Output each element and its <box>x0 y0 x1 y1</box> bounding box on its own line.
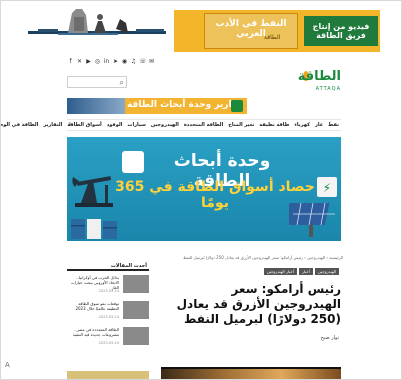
sidebar-heading: أحدث المقالات <box>67 263 149 271</box>
article-tag[interactable]: الهيدروجين <box>314 268 339 275</box>
nav-item[interactable]: نفط <box>328 121 339 130</box>
book-title: النفط في الأدب العربي <box>215 19 287 39</box>
nav-item[interactable]: التقارير <box>43 121 62 130</box>
article-headline: رئيس أرامكو: سعر الهيدروجين الأزرق قد يع… <box>176 282 341 326</box>
nav-item[interactable]: كهرباء <box>294 121 310 130</box>
book-ad-banner[interactable]: النفط في الأدب العربي الطاقة فيديو من إن… <box>174 10 380 52</box>
site-logo[interactable]: الطاقة ATTAQA <box>297 69 341 95</box>
top-banner: النفط في الأدب العربي الطاقة فيديو من إن… <box>28 7 380 53</box>
hero-subtitle: حصاد أسواق الطاقة في 365 يومًا <box>115 179 315 211</box>
sidebar-article-date: 2023-03-14 <box>98 341 119 345</box>
nav-item[interactable]: الوقود <box>107 121 123 130</box>
svg-text:⚡: ⚡ <box>323 181 331 195</box>
reports-banner-text: تقارير وحدة أبحاث الطاقة <box>127 100 242 110</box>
nav-item[interactable]: الطاقة في الوطن العربي <box>1 121 38 130</box>
sidebar-article-title[interactable]: بدائل الحرب في أوكرانيا.. الاتحاد الأورو… <box>67 275 119 290</box>
telegram-icon[interactable]: ➤ <box>112 58 119 65</box>
twitter-icon[interactable]: ✕ <box>76 58 83 65</box>
reports-banner-logo <box>231 100 243 112</box>
sidebar-article-title[interactable]: الطاقة المتجددة في مصر.. مشروعات جديدة ق… <box>67 327 119 337</box>
article-author[interactable]: نوار صبح <box>321 335 339 341</box>
article-photo <box>161 367 341 379</box>
sidebar-bottom-thumbnail <box>67 371 149 379</box>
nav-item[interactable]: تغير المناخ <box>228 121 254 130</box>
nav-item[interactable]: الهيدروجين <box>151 121 179 130</box>
sidebar-article-date: 2023-03-14 <box>98 315 119 319</box>
city-skyline-illustration <box>28 9 166 35</box>
youtube-icon[interactable]: ▶ <box>85 58 92 65</box>
sidebar-article-thumbnail[interactable] <box>123 301 149 319</box>
main-nav: ⌕ نفط غاز كهرباء طاقة نظيفة تغير المناخ الطاق… <box>1 119 341 131</box>
oil-barrels-icon <box>71 219 117 239</box>
article-tags: الهيدروجين أخبار أخبار الهيدروجين <box>263 268 339 275</box>
search-icon[interactable]: ⌕ <box>120 78 124 88</box>
sidebar-article[interactable]: توقعات نمو سوق الطاقة النظيفة عالميًا خل… <box>67 301 149 321</box>
page-frame: النفط في الأدب العربي الطاقة فيديو من إن… <box>0 0 402 380</box>
reports-banner-image <box>67 98 125 114</box>
whatsapp-icon[interactable]: ☏ <box>139 58 147 65</box>
logo-latin: ATTAQA <box>315 86 341 92</box>
accessibility-icon[interactable]: A <box>5 361 15 371</box>
logo-arabic: الطاقة <box>297 69 341 84</box>
hero-ad[interactable]: ⚡ وحدة أبحاث الطاقة حصاد أسواق الطاقة في… <box>67 137 341 241</box>
ad-side-title: فيديو من إنتاج فريق الطاقة <box>312 22 370 40</box>
nav-item[interactable]: غاز <box>315 121 323 130</box>
podcast-icon[interactable]: ♫ <box>130 58 137 65</box>
email-icon[interactable]: ✉ <box>148 58 155 65</box>
search-input[interactable]: ⌕ <box>67 76 127 88</box>
sidebar-article-title[interactable]: توقعات نمو سوق الطاقة النظيفة عالميًا خل… <box>67 301 119 311</box>
hero-logo-icon <box>122 151 144 173</box>
photo-top-bar <box>161 367 341 369</box>
nav-item[interactable]: أسواق الطاقة <box>67 121 101 130</box>
facebook-icon[interactable]: f <box>67 58 74 65</box>
banner-artwork <box>28 7 166 53</box>
nav-item[interactable]: الطاقة المتجددة <box>184 121 223 130</box>
reports-banner[interactable]: تقارير وحدة أبحاث الطاقة <box>67 98 247 114</box>
sidebar-article-thumbnail[interactable] <box>123 327 149 345</box>
sidebar-article-date: 2023-03-14 <box>98 289 119 293</box>
linkedin-icon[interactable]: in <box>103 58 110 65</box>
breadcrumb[interactable]: الرئيسية › الهيدروجين › رئيس أرامكو: سعر… <box>137 255 343 260</box>
breadcrumb-text[interactable]: الرئيسية › الهيدروجين › رئيس أرامكو: سعر… <box>183 255 343 260</box>
nav-items: نفط غاز كهرباء طاقة نظيفة تغير المناخ الطاقة … <box>1 121 339 130</box>
article-tag[interactable]: أخبار الهيدروجين <box>263 268 297 275</box>
ad-logo-text: الطاقة <box>264 34 281 41</box>
article-tag[interactable]: أخبار <box>298 268 313 275</box>
nav-item[interactable]: طاقة نظيفة <box>259 121 289 130</box>
oil-pump-icon <box>72 176 113 207</box>
social-icons: f ✕ ▶ ◎ in ➤ ◉ ♫ ☏ ✉ <box>67 58 155 66</box>
sidebar-article[interactable]: بدائل الحرب في أوكرانيا.. الاتحاد الأورو… <box>67 275 149 295</box>
instagram-icon[interactable]: ◎ <box>94 58 101 65</box>
sidebar-heading-text: أحدث المقالات <box>110 263 147 269</box>
rss-icon[interactable]: ◉ <box>121 58 128 65</box>
sidebar-article[interactable]: الطاقة المتجددة في مصر.. مشروعات جديدة ق… <box>67 327 149 347</box>
nav-item[interactable]: سيارات <box>127 121 145 130</box>
sidebar-article-thumbnail[interactable] <box>123 275 149 293</box>
